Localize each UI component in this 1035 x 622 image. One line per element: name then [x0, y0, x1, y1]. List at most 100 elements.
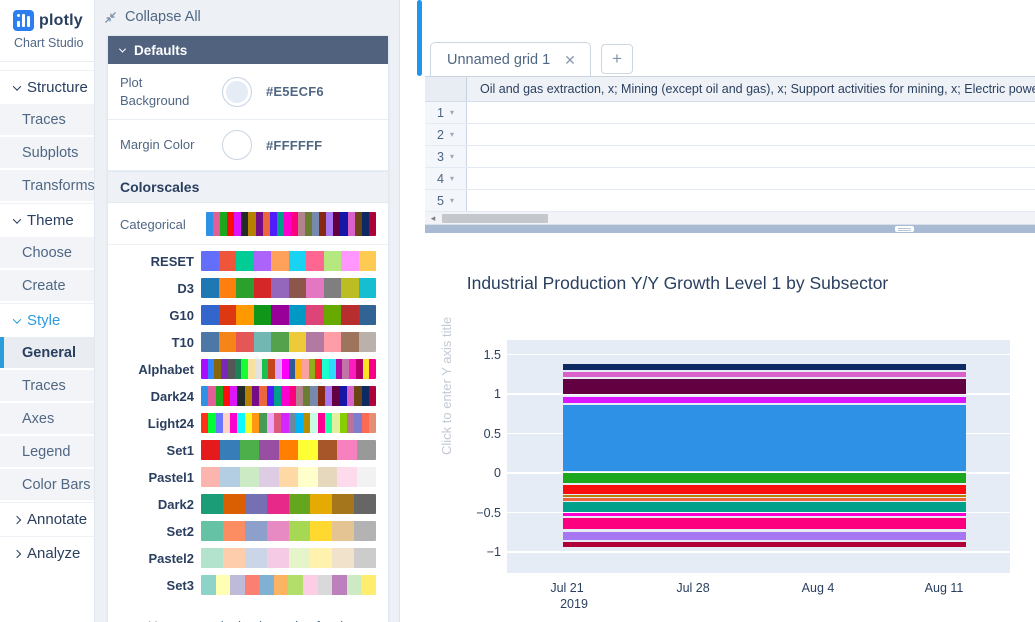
y-tick-label[interactable]: 1: [461, 387, 501, 401]
x-tick-label[interactable]: Jul 212019: [546, 581, 588, 611]
x-tick-label[interactable]: Aug 11: [925, 581, 964, 595]
area-band-8[interactable]: [563, 498, 966, 500]
sidebar-item-create[interactable]: Create: [0, 270, 94, 303]
colorscale-option-light24[interactable]: Light24: [108, 413, 376, 433]
plot-background-value[interactable]: #E5ECF6: [266, 84, 324, 99]
sidebar-item-transforms[interactable]: Transforms: [0, 170, 94, 203]
sidebar-section-structure[interactable]: Structure: [0, 70, 94, 104]
data-cell[interactable]: [467, 124, 1035, 145]
color-cell: [252, 386, 259, 406]
panel-scrollbar-thumb[interactable]: [417, 0, 422, 76]
data-cell[interactable]: [467, 146, 1035, 167]
colorscale-swatch: [201, 548, 376, 568]
sidebar-item-choose[interactable]: Choose: [0, 237, 94, 270]
hscroll-left-arrow-icon[interactable]: ◂: [425, 213, 441, 224]
grid-column-header[interactable]: Oil and gas extraction, x; Mining (excep…: [467, 77, 1035, 101]
margin-color-swatch[interactable]: [222, 130, 252, 160]
color-cell: [240, 440, 259, 460]
sidebar-item-general[interactable]: General: [0, 337, 94, 370]
colorscale-option-set2[interactable]: Set2: [108, 521, 376, 541]
row-header-cell[interactable]: 3▾: [425, 146, 467, 167]
row-menu-caret-icon[interactable]: ▾: [450, 196, 454, 205]
table-row: 1▾: [425, 102, 1035, 124]
sidebar-item-subplots[interactable]: Subplots: [0, 137, 94, 170]
colorscale-option-reset[interactable]: RESET: [108, 251, 376, 271]
row-header-cell[interactable]: 1▾: [425, 102, 467, 123]
row-header-cell[interactable]: 5▾: [425, 190, 467, 211]
grid-tab[interactable]: Unnamed grid 1 ✕: [430, 42, 591, 76]
colorscale-option-dark24[interactable]: Dark24: [108, 386, 376, 406]
data-cell[interactable]: [467, 168, 1035, 189]
area-band-5[interactable]: [563, 473, 966, 483]
plot-background-swatch[interactable]: [222, 77, 252, 107]
area-band-3[interactable]: [563, 397, 966, 403]
sidebar-section-analyze[interactable]: Analyze: [0, 536, 94, 570]
color-cell: [236, 278, 254, 298]
table-row: 2▾: [425, 124, 1035, 146]
row-menu-caret-icon[interactable]: ▾: [450, 108, 454, 117]
data-cell[interactable]: [467, 190, 1035, 211]
color-cell: [236, 332, 254, 352]
area-band-12[interactable]: [563, 532, 966, 540]
data-cell[interactable]: [467, 102, 1035, 123]
row-header-cell[interactable]: 2▾: [425, 124, 467, 145]
row-header-cell[interactable]: 4▾: [425, 168, 467, 189]
colorscale-option-pastel1[interactable]: Pastel1: [108, 467, 376, 487]
margin-color-value[interactable]: #FFFFFF: [266, 138, 322, 153]
x-tick-label[interactable]: Aug 4: [802, 581, 835, 595]
row-number: 3: [437, 150, 444, 164]
grid-corner-cell[interactable]: [425, 77, 467, 101]
sidebar-section-theme[interactable]: Theme: [0, 203, 94, 237]
sidebar-item-axes[interactable]: Axes: [0, 403, 94, 436]
colorscale-option-set1[interactable]: Set1: [108, 440, 376, 460]
close-icon[interactable]: ✕: [564, 53, 576, 67]
colorscale-option-dark2[interactable]: Dark2: [108, 494, 376, 514]
area-band-13[interactable]: [563, 542, 966, 548]
categorical-row: Categorical: [108, 203, 388, 245]
row-menu-caret-icon[interactable]: ▾: [450, 174, 454, 183]
row-menu-caret-icon[interactable]: ▾: [450, 152, 454, 161]
hscroll-thumb[interactable]: [442, 214, 548, 223]
colorscale-option-d3[interactable]: D3: [108, 278, 376, 298]
defaults-fold-header[interactable]: Defaults: [108, 36, 388, 64]
grid-chart-splitter[interactable]: [425, 225, 1035, 233]
row-menu-caret-icon[interactable]: ▾: [450, 130, 454, 139]
categorical-swatch[interactable]: [206, 212, 376, 236]
colorscale-option-alphabet[interactable]: Alphabet: [108, 359, 376, 379]
area-band-2[interactable]: [563, 379, 966, 394]
sidebar-section-style[interactable]: Style: [0, 303, 94, 337]
y-tick-label[interactable]: −0.5: [461, 506, 501, 520]
color-cell: [274, 413, 281, 433]
sidebar-item-traces[interactable]: Traces: [0, 104, 94, 137]
add-grid-button[interactable]: +: [601, 44, 633, 74]
area-band-10[interactable]: [563, 513, 966, 516]
colorscale-option-pastel2[interactable]: Pastel2: [108, 548, 376, 568]
yaxis-title-placeholder[interactable]: Click to enter Y axis title: [439, 317, 454, 455]
color-cell: [223, 521, 245, 541]
area-band-11[interactable]: [563, 518, 966, 529]
sidebar-item-color-bars[interactable]: Color Bars: [0, 469, 94, 502]
colorscale-option-g10[interactable]: G10: [108, 305, 376, 325]
sidebar-item-traces[interactable]: Traces: [0, 370, 94, 403]
y-tick-label[interactable]: −1: [461, 545, 501, 559]
y-tick-label[interactable]: 1.5: [461, 348, 501, 362]
plot-area[interactable]: [507, 340, 1010, 573]
area-band-0[interactable]: [563, 364, 966, 370]
area-band-1[interactable]: [563, 372, 966, 378]
color-cell: [332, 575, 347, 595]
hscroll-track[interactable]: [441, 212, 1035, 224]
area-band-6[interactable]: [563, 485, 966, 494]
x-tick-label[interactable]: Jul 28: [676, 581, 709, 595]
y-tick-label[interactable]: 0: [461, 466, 501, 480]
colorscale-option-set3[interactable]: Set3: [108, 575, 376, 595]
chart-title[interactable]: Industrial Production Y/Y Growth Level 1…: [425, 273, 930, 294]
sidebar-item-legend[interactable]: Legend: [0, 436, 94, 469]
collapse-all-button[interactable]: Collapse All: [95, 0, 399, 33]
area-band-4[interactable]: [563, 405, 966, 471]
area-band-9[interactable]: [563, 502, 966, 511]
sidebar-section-annotate[interactable]: Annotate: [0, 502, 94, 536]
y-tick-label[interactable]: 0.5: [461, 427, 501, 441]
colorscale-option-t10[interactable]: T10: [108, 332, 376, 352]
logo-block[interactable]: plotly Chart Studio: [0, 0, 94, 62]
area-band-7[interactable]: [563, 495, 966, 497]
